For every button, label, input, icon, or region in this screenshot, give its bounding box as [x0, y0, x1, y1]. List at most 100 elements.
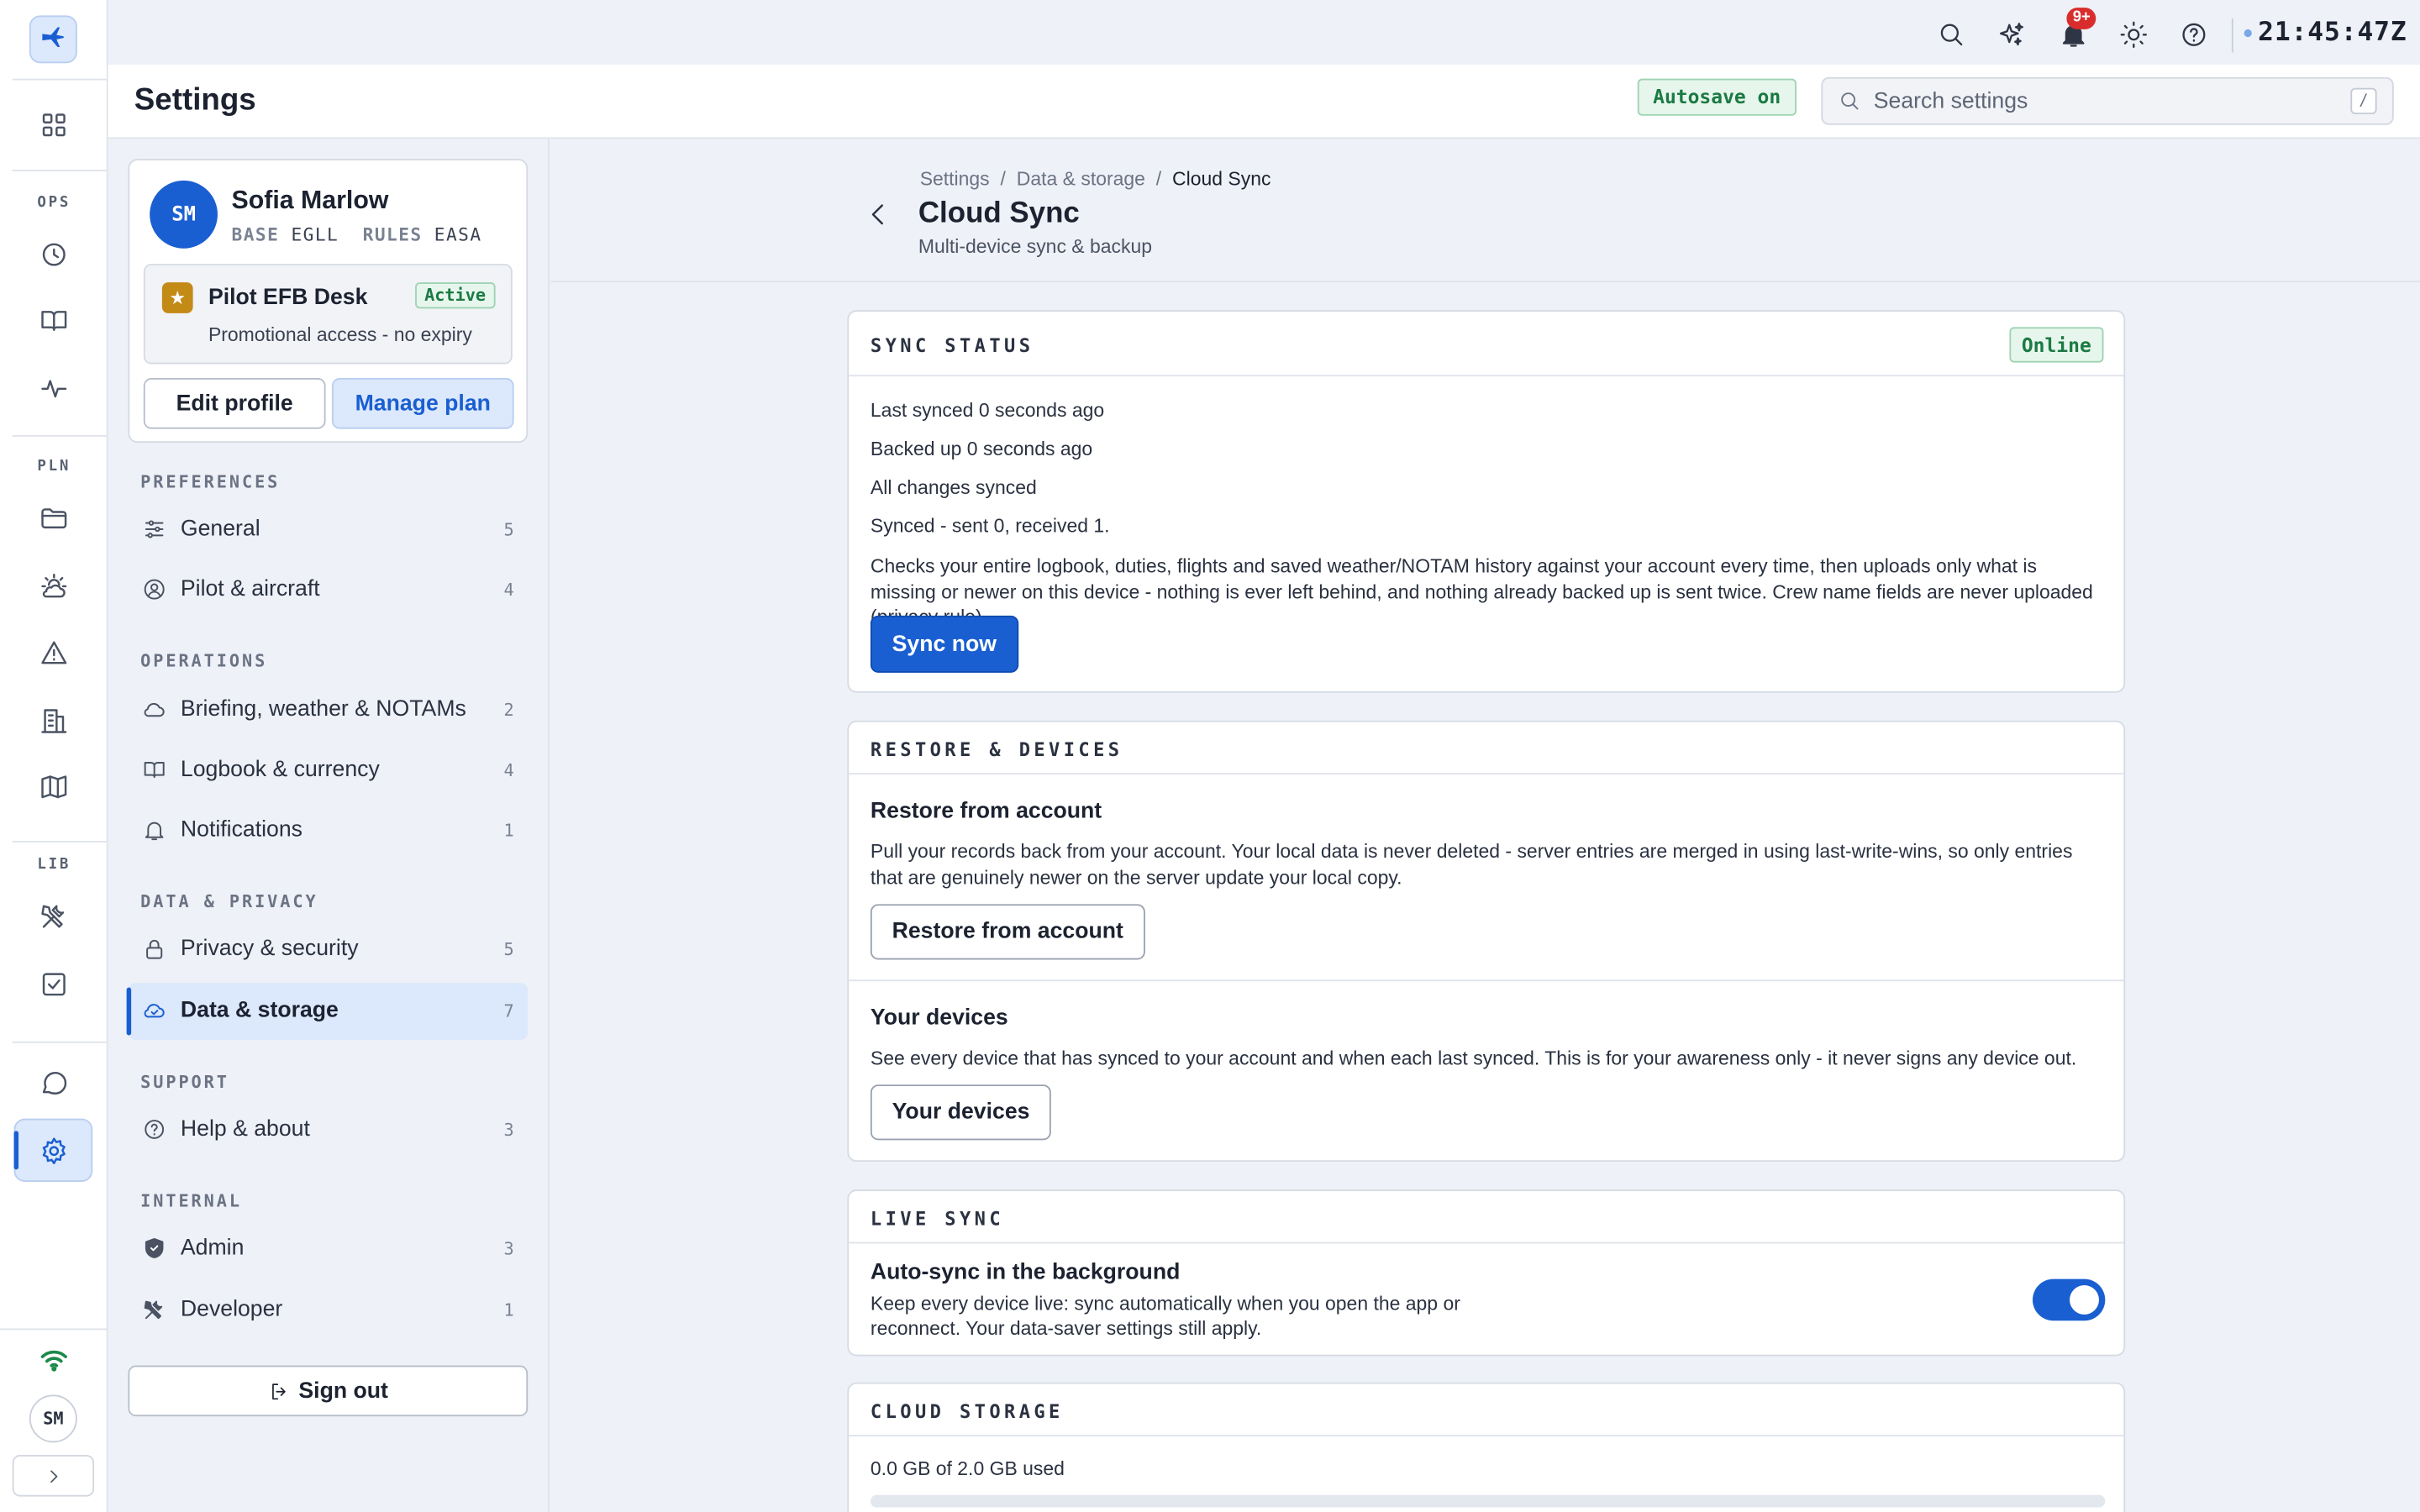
nav-item-privacy-security[interactable]: Privacy & security 5: [128, 921, 528, 979]
restore-description: Pull your records back from your account…: [870, 841, 2073, 889]
profile-meta: BASE EGLL RULES EASA: [232, 223, 482, 245]
backed-up-text: Backed up 0 seconds ago: [870, 438, 1093, 460]
search-icon[interactable]: [1935, 18, 1966, 50]
nav-item-admin[interactable]: Admin 3: [128, 1221, 528, 1278]
live-sync-card: LIVE SYNC Auto-sync in the background Ke…: [847, 1189, 2126, 1357]
settings-gear-icon[interactable]: [31, 1128, 77, 1174]
settings-nav: SM Sofia Marlow BASE EGLL RULES EASA ★ P…: [108, 139, 550, 1512]
theme-sun-icon[interactable]: [2118, 18, 2149, 50]
search-input[interactable]: [1873, 78, 2337, 123]
nav-item-count: 1: [503, 1300, 514, 1321]
nav-item-pilot-aircraft[interactable]: Pilot & aircraft 4: [128, 562, 528, 619]
sync-counts-text: Synced - sent 0, received 1.: [870, 515, 1110, 538]
nav-section-support: SUPPORT: [140, 1072, 229, 1093]
devices-heading: Your devices: [870, 1005, 1008, 1031]
section-subtitle: Multi-device sync & backup: [918, 236, 1153, 258]
building-icon[interactable]: [31, 697, 77, 743]
manage-plan-button[interactable]: Manage plan: [331, 378, 514, 429]
bell-icon: [145, 822, 164, 841]
sign-out-button[interactable]: Sign out: [128, 1365, 529, 1417]
rail-divider: [12, 78, 107, 81]
nav-item-count: 5: [503, 519, 514, 540]
warning-triangle-icon[interactable]: [31, 629, 77, 675]
user-avatar[interactable]: SM: [29, 1394, 77, 1443]
nav-item-developer[interactable]: Developer 1: [128, 1282, 528, 1339]
card-title: LIVE SYNC: [870, 1208, 1005, 1230]
rail-active-indicator: [13, 1131, 19, 1170]
weather-cloud-sun-icon[interactable]: [31, 563, 77, 609]
breadcrumb-settings[interactable]: Settings: [920, 168, 990, 190]
plane-logo-icon[interactable]: [29, 15, 77, 64]
auto-sync-description-line-2: reconnect. Your data-saver settings stil…: [870, 1317, 1262, 1340]
chevron-right-icon: [50, 1469, 57, 1483]
map-icon[interactable]: [31, 764, 77, 810]
rules-value: EASA: [434, 223, 482, 246]
search-icon: [1841, 92, 1859, 110]
nav-item-label: General: [180, 517, 260, 542]
nav-item-count: 4: [503, 760, 514, 781]
help-icon[interactable]: [2178, 18, 2209, 50]
dashboard-grid-icon[interactable]: [31, 102, 77, 148]
breadcrumb-data-storage[interactable]: Data & storage: [1017, 168, 1145, 190]
nav-item-logbook[interactable]: Logbook & currency 4: [128, 742, 528, 799]
restore-devices-card: RESTORE & DEVICES Restore from account P…: [847, 720, 2126, 1163]
sync-now-button[interactable]: Sync now: [870, 615, 1018, 673]
cloud-check-icon: [144, 1004, 165, 1018]
breadcrumb-separator: /: [1155, 168, 1162, 190]
base-value: EGLL: [291, 223, 339, 246]
user-circle-icon: [144, 579, 165, 600]
settings-header: Settings Autosave on /: [108, 65, 2420, 139]
ai-sparkles-icon[interactable]: [1996, 18, 2027, 50]
activity-pulse-icon[interactable]: [31, 365, 77, 412]
cloud-storage-card: CLOUD STORAGE 0.0 GB of 2.0 GB used: [847, 1382, 2126, 1512]
autosave-badge: Autosave on: [1637, 78, 1797, 116]
back-button[interactable]: [863, 199, 894, 230]
nav-item-label: Logbook & currency: [180, 757, 380, 783]
lock-icon: [146, 939, 163, 959]
restore-from-account-button[interactable]: Restore from account: [870, 904, 1145, 960]
card-title: RESTORE & DEVICES: [870, 738, 1123, 761]
checklist-icon[interactable]: [31, 961, 77, 1007]
edit-profile-button[interactable]: Edit profile: [143, 378, 326, 429]
sliders-icon: [145, 520, 164, 538]
nav-item-general[interactable]: General 5: [128, 501, 528, 559]
nav-item-help-about[interactable]: Help & about 3: [128, 1101, 528, 1158]
online-status-badge: Online: [2009, 327, 2104, 363]
sync-description: Checks your entire logbook, duties, flig…: [870, 555, 2093, 627]
sign-out-label: Sign out: [298, 1378, 388, 1404]
rail-divider: [12, 841, 107, 843]
expand-rail-button[interactable]: [12, 1455, 95, 1497]
sync-status-card: SYNC STATUS Online Last synced 0 seconds…: [847, 310, 2126, 693]
nav-item-label: Notifications: [180, 817, 302, 843]
auto-sync-toggle[interactable]: [2032, 1278, 2106, 1321]
wifi-connected-icon: [31, 1336, 77, 1383]
sign-out-icon: [271, 1383, 285, 1399]
rail-section-lib: LIB: [37, 856, 71, 874]
nav-item-count: 7: [503, 1001, 514, 1021]
restore-heading: Restore from account: [870, 799, 1102, 824]
topbar-divider: [2231, 18, 2233, 53]
folder-icon[interactable]: [31, 496, 77, 542]
profile-name: Sofia Marlow: [231, 186, 389, 215]
book-icon[interactable]: [31, 297, 77, 344]
sync-state-text: All changes synced: [870, 476, 1037, 499]
chat-bubble-icon[interactable]: [31, 1060, 77, 1106]
profile-avatar: SM: [150, 180, 218, 249]
rail-divider: [12, 434, 107, 437]
storage-usage-text: 0.0 GB of 2.0 GB used: [870, 1457, 1065, 1480]
nav-item-briefing[interactable]: Briefing, weather & NOTAMs 2: [128, 682, 528, 739]
settings-search[interactable]: /: [1821, 76, 2394, 125]
base-label: BASE: [231, 223, 280, 246]
auto-sync-heading: Auto-sync in the background: [870, 1260, 1181, 1285]
clock-icon[interactable]: [31, 232, 77, 278]
card-divider: [849, 979, 2124, 982]
card-title: SYNC STATUS: [870, 334, 1034, 357]
top-bar: 9+ 21:45:47Z: [108, 0, 2420, 66]
nav-item-data-storage[interactable]: Data & storage 7: [126, 983, 529, 1040]
your-devices-button[interactable]: Your devices: [870, 1084, 1052, 1141]
nav-item-label: Help & about: [180, 1116, 310, 1142]
nav-item-notifications[interactable]: Notifications 1: [128, 802, 528, 859]
card-header: RESTORE & DEVICES: [849, 722, 2124, 775]
tools-icon[interactable]: [31, 893, 77, 939]
search-shortcut-key: /: [2350, 87, 2377, 114]
